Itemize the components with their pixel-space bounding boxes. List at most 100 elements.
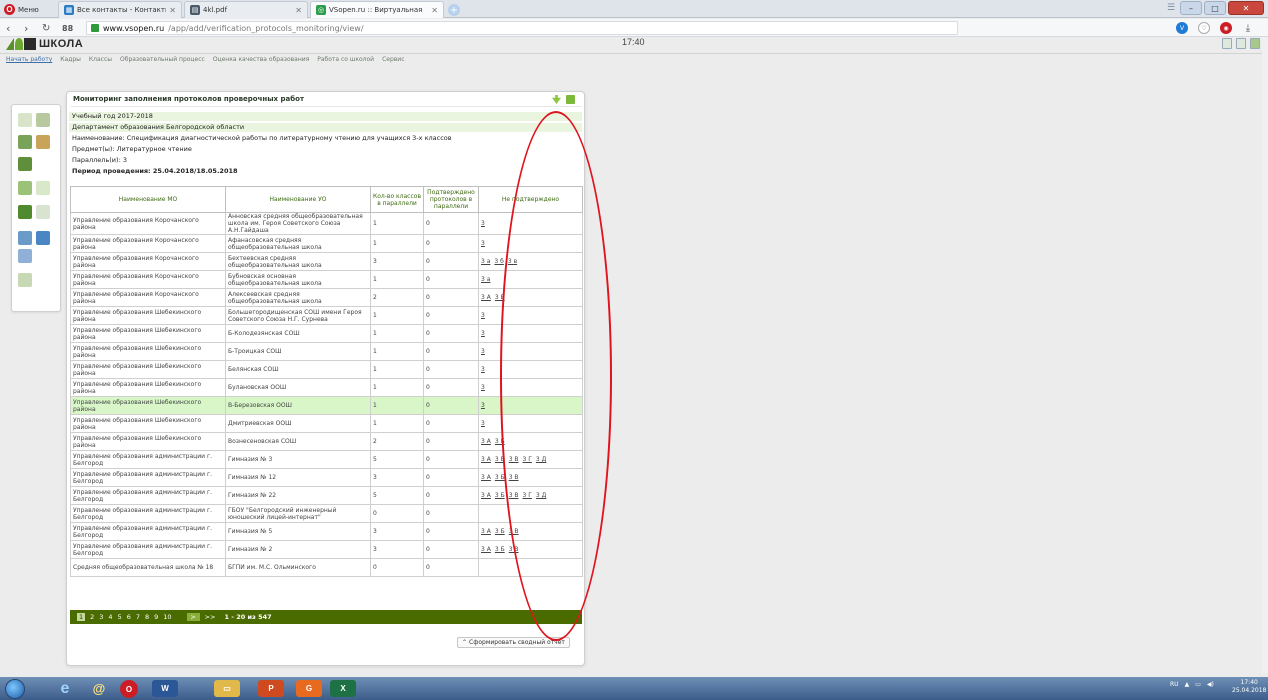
teacher-icon[interactable]	[36, 135, 50, 149]
ie-icon[interactable]: e	[52, 680, 78, 697]
close-tab-icon[interactable]: ✕	[295, 6, 302, 15]
col-mo[interactable]: Наименование МО	[70, 186, 226, 213]
network-icon[interactable]: ▭	[1195, 681, 1201, 688]
class-link[interactable]: 3	[481, 402, 485, 409]
class-link[interactable]: 3 А	[481, 492, 491, 499]
table-row[interactable]: Управление образования администрации г. …	[70, 522, 583, 541]
col-uo[interactable]: Наименование УО	[225, 186, 371, 213]
table-row[interactable]: Управление образования Шебекинского райо…	[70, 324, 583, 343]
class-link[interactable]: 3 Б	[495, 438, 505, 445]
menu-item-start[interactable]: Начать работу	[6, 56, 56, 63]
menu-item-staff[interactable]: Кадры	[56, 56, 85, 63]
page-number[interactable]: 4	[108, 613, 112, 621]
excel-taskbar-icon[interactable]: X	[330, 680, 356, 697]
tab-pdf[interactable]: ▤ 4kl.pdf ✕	[184, 1, 308, 18]
opera-menu-button[interactable]: O Меню	[4, 3, 50, 16]
class-link[interactable]: 3 в	[508, 258, 517, 265]
report-icon[interactable]	[18, 249, 32, 263]
user-icon[interactable]	[1250, 38, 1260, 49]
monitor-icon[interactable]	[36, 231, 50, 245]
tray-arrow-icon[interactable]: ▲	[1185, 681, 1190, 688]
download-arrow-icon[interactable]	[552, 95, 561, 104]
col-confirmed[interactable]: Подтверждено протоколов в параллели	[423, 186, 479, 213]
volume-icon[interactable]: ◀)	[1207, 681, 1214, 688]
word-icon[interactable]: W	[152, 680, 178, 697]
class-link[interactable]: 3 В	[509, 492, 519, 499]
class-link[interactable]: 3 Б	[495, 474, 505, 481]
back-icon[interactable]: ‹	[6, 21, 10, 35]
menu-item-classes[interactable]: Классы	[85, 56, 116, 63]
powerpoint-icon[interactable]: P	[258, 680, 284, 697]
document-icon[interactable]	[36, 181, 50, 195]
opera-taskbar-icon[interactable]: O	[120, 680, 138, 698]
notes-icon[interactable]	[36, 205, 50, 219]
mail-agent-icon[interactable]: @	[86, 680, 112, 697]
table-row[interactable]: Управление образования администрации г. …	[70, 540, 583, 559]
class-link[interactable]: 3 В	[509, 546, 519, 553]
download-icon[interactable]: ⤓	[1242, 22, 1254, 34]
table-row[interactable]: Управление образования администрации г. …	[70, 450, 583, 469]
speed-dial-button[interactable]: 88	[62, 21, 73, 35]
tab-menu-icon[interactable]: ☰	[1164, 1, 1178, 15]
class-link[interactable]: 3 В	[509, 474, 519, 481]
class-link[interactable]: 3 Д	[536, 456, 546, 463]
group-icon[interactable]	[36, 113, 50, 127]
table-row[interactable]: Управление образования администрации г. …	[70, 486, 583, 505]
gmail-icon[interactable]: G	[296, 680, 322, 697]
class-link[interactable]: 3 Д	[536, 492, 546, 499]
page-number[interactable]: 7	[136, 613, 140, 621]
page-number[interactable]: 3	[99, 613, 103, 621]
class-link[interactable]: 3 А	[481, 438, 491, 445]
class-link[interactable]: 3 А	[481, 528, 491, 535]
class-link[interactable]: 3 Б	[495, 546, 505, 553]
class-link[interactable]: 3 Б	[495, 492, 505, 499]
home-icon[interactable]	[18, 273, 32, 287]
people-icon[interactable]	[18, 113, 32, 127]
class-link[interactable]: 3 Б	[495, 294, 505, 301]
class-link[interactable]: 3 Г	[523, 456, 532, 463]
next-page-button[interactable]: >	[186, 613, 200, 621]
reload-icon[interactable]: ↻	[42, 21, 50, 35]
class-link[interactable]: 3 а	[481, 258, 490, 265]
table-row[interactable]: Управление образования Шебекинского райо…	[70, 396, 583, 415]
minimize-button[interactable]: –	[1180, 1, 1202, 15]
table-row[interactable]: Управление образования Шебекинского райо…	[70, 306, 583, 325]
table-row[interactable]: Управление образования Корочанского райо…	[70, 270, 583, 289]
close-tab-icon[interactable]: ✕	[431, 6, 438, 15]
class-link[interactable]: 3 Г	[523, 492, 532, 499]
schedule-icon[interactable]	[18, 157, 32, 171]
class-link[interactable]: 3 Б	[495, 456, 505, 463]
heart-icon[interactable]: ♡	[1198, 22, 1210, 34]
class-link[interactable]: 3 В	[509, 528, 519, 535]
class-link[interactable]: 3 А	[481, 456, 491, 463]
table-row[interactable]: Управление образования Корочанского райо…	[70, 212, 583, 235]
class-link[interactable]: 3	[481, 348, 485, 355]
tab-vsopen[interactable]: ◎ VSopen.ru :: Виртуальная ✕	[310, 1, 444, 18]
class-link[interactable]: 3 Б	[495, 528, 505, 535]
calendar-icon[interactable]	[1236, 38, 1246, 49]
table-row[interactable]: Управление образования Шебекинского райо…	[70, 342, 583, 361]
class-link[interactable]: 3 В	[509, 456, 519, 463]
vpn-icon[interactable]: V	[1176, 22, 1188, 34]
table-row[interactable]: Управление образования Шебекинского райо…	[70, 414, 583, 433]
col-not-confirmed[interactable]: Не подтверждено	[478, 186, 583, 213]
table-row[interactable]: Управление образования Корочанского райо…	[70, 252, 583, 271]
class-link[interactable]: 3	[481, 366, 485, 373]
adblock-icon[interactable]: ◉	[1220, 22, 1232, 34]
tab-contacts[interactable]: ▦ Все контакты - Контакты ✕	[58, 1, 182, 18]
table-row[interactable]: Управление образования администрации г. …	[70, 504, 583, 523]
page-scrollbar[interactable]	[1262, 37, 1268, 673]
class-link[interactable]: 3	[481, 420, 485, 427]
page-number[interactable]: 5	[118, 613, 122, 621]
class-link[interactable]: 3 А	[481, 294, 491, 301]
menu-item-quality[interactable]: Оценка качества образования	[209, 56, 313, 63]
table-row[interactable]: Управление образования Шебекинского райо…	[70, 378, 583, 397]
folder-icon[interactable]: ▭	[214, 680, 240, 697]
menu-item-school-work[interactable]: Работа со школой	[313, 56, 378, 63]
journal-icon[interactable]	[18, 181, 32, 195]
start-button[interactable]	[5, 679, 25, 699]
class-link[interactable]: 3	[481, 220, 485, 227]
last-page-button[interactable]: >>	[205, 613, 216, 621]
col-classes[interactable]: Кол-во классов в параллели	[370, 186, 424, 213]
close-window-button[interactable]: ✕	[1228, 1, 1264, 15]
